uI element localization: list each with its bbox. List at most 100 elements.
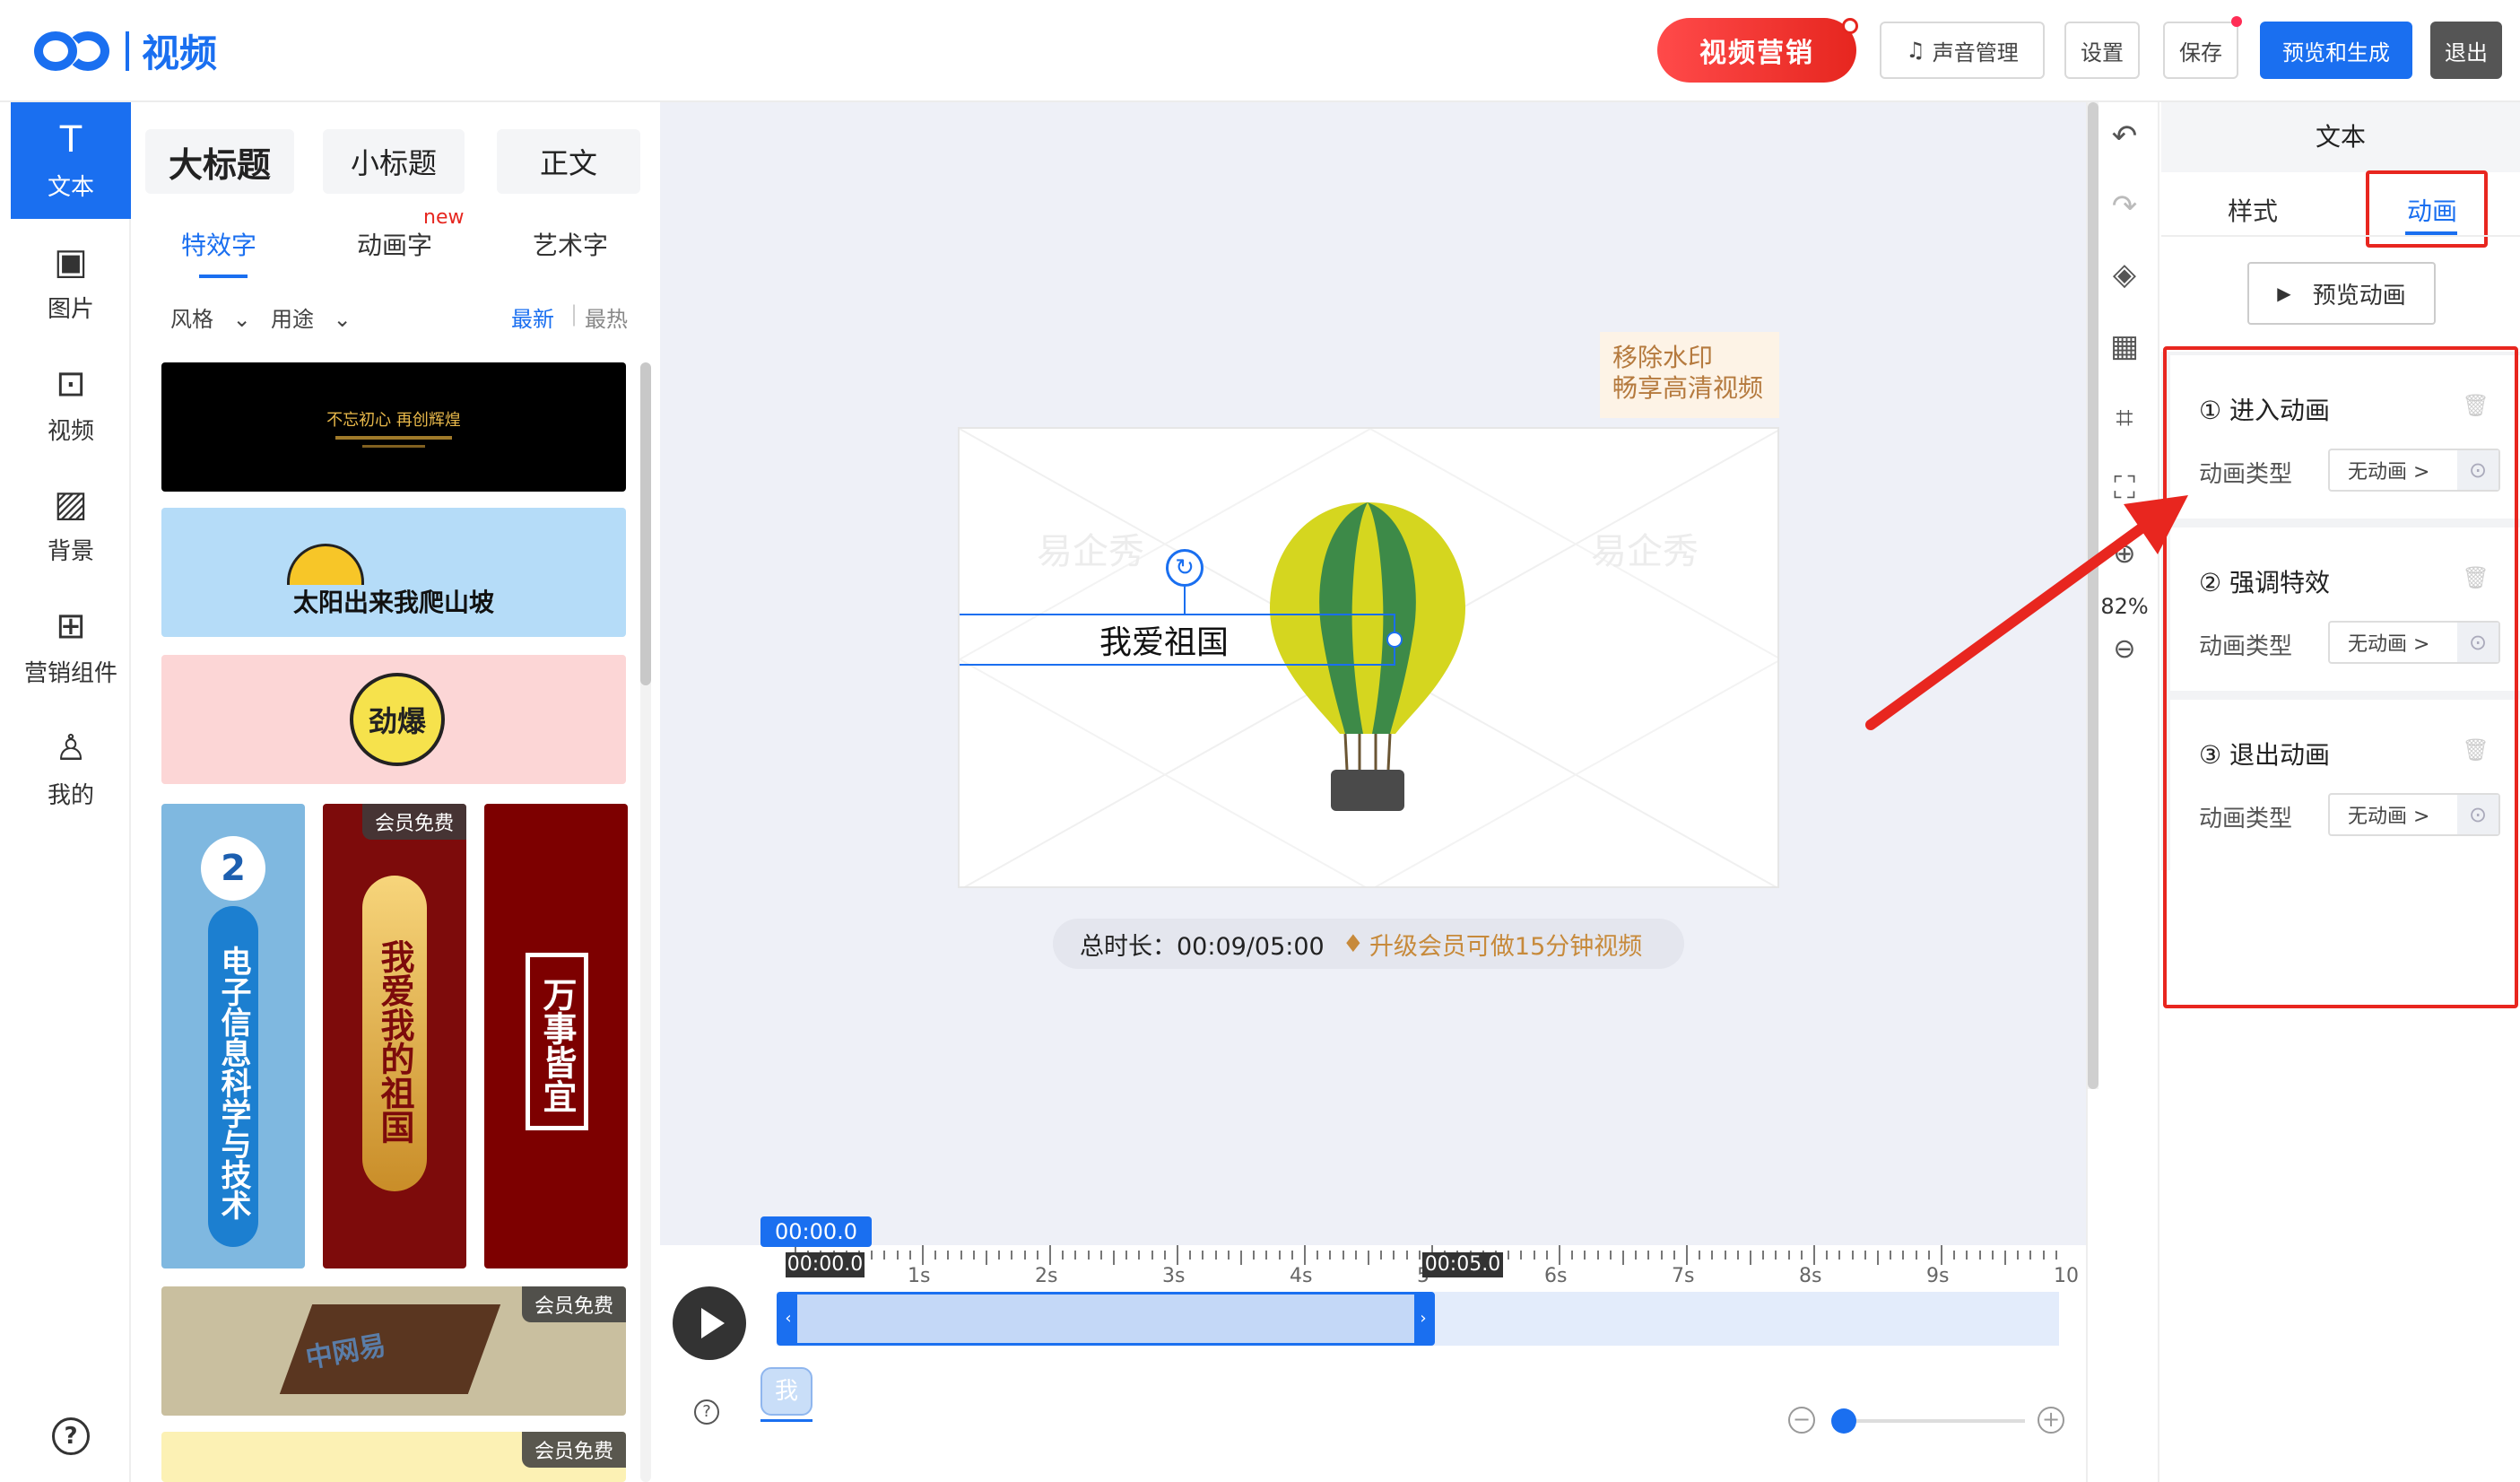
timeline-clip[interactable]: ‹ › — [777, 1292, 1435, 1346]
save-button[interactable]: 保存 — [2163, 22, 2238, 79]
tab-effect-text[interactable]: 特效字 — [181, 226, 256, 262]
ruler-tick — [1826, 1251, 1829, 1260]
undo-icon[interactable]: ↶ — [2088, 118, 2161, 154]
effect-tile-7[interactable]: 中网易 会员免费 — [161, 1286, 626, 1416]
sort-newest[interactable]: 最新 — [511, 301, 554, 333]
zoom-slider-track[interactable] — [1840, 1419, 2025, 1423]
ruler-label: 3s — [1162, 1265, 1186, 1287]
exit-button[interactable]: 退出 — [2430, 22, 2502, 79]
ruler-tick — [1596, 1251, 1599, 1260]
nav-item-mine[interactable]: ♙ 我的 — [11, 710, 131, 827]
unsaved-dot — [2231, 16, 2242, 27]
sound-manage-button[interactable]: ♫ 声音管理 — [1880, 22, 2045, 79]
effect-tile-4[interactable]: 2 电子信息科学与技术 — [161, 804, 305, 1268]
playhead-time[interactable]: 00:00.0 — [760, 1216, 872, 1247]
ruler-tick — [960, 1251, 962, 1260]
annotation-arrow-icon — [1865, 495, 2188, 730]
app-logo[interactable]: 视频 — [34, 23, 217, 78]
tab-small-title[interactable]: 小标题 — [323, 129, 465, 194]
zoom-out-icon[interactable]: − — [1788, 1407, 1815, 1434]
effect-tile-1[interactable]: 不忘初心 再创辉煌 — [161, 362, 626, 492]
ruler-tick — [1189, 1251, 1192, 1260]
nav-item-video[interactable]: ⊡ 视频 — [11, 346, 131, 463]
text-element-selected[interactable]: 我爱祖国 — [960, 614, 1395, 666]
play-icon — [701, 1308, 725, 1338]
ruler-tick — [2017, 1251, 2020, 1260]
style-filter[interactable]: 风格 ⌄ — [170, 301, 251, 333]
logo-divider — [126, 31, 129, 71]
settings-button[interactable]: 设置 — [2064, 22, 2140, 79]
material-panel: 大标题 小标题 正文 特效字 动画字 new 艺术字 风格 ⌄ 用途 ⌄ 最新 … — [133, 102, 658, 1482]
video-marketing-button[interactable]: 视频营销 — [1657, 18, 1856, 83]
ruler-tick — [1927, 1251, 1930, 1260]
ruler-tick — [1316, 1251, 1319, 1260]
animation-section-highlight — [2163, 346, 2518, 1008]
zoom-in-icon[interactable]: + — [2038, 1407, 2064, 1434]
tab-large-title[interactable]: 大标题 — [145, 129, 294, 194]
nav-item-image[interactable]: ▣ 图片 — [11, 224, 131, 341]
ruler-tick — [1813, 1245, 1815, 1265]
text-track-item[interactable]: 我 — [760, 1367, 812, 1416]
effect-tile-5[interactable]: 我爱我的祖国 会员免费 — [323, 804, 466, 1268]
timeline-ruler[interactable]: 1s2s3s4s56s7s8s9s10 — [777, 1245, 2079, 1292]
tab-animated-text[interactable]: 动画字 — [357, 226, 432, 262]
play-button[interactable] — [673, 1286, 746, 1360]
ruler-tick — [2029, 1251, 2032, 1260]
stage-canvas[interactable]: 易企秀 易企秀 ↻ 我爱祖国 — [958, 427, 1779, 888]
use-filter[interactable]: 用途 ⌄ — [271, 301, 352, 333]
grid-icon[interactable]: ▦ — [2088, 328, 2161, 364]
ruler-label: 10 — [2054, 1265, 2079, 1287]
text-icon: T — [59, 118, 83, 161]
effect-tile-8[interactable]: 会员免费 — [161, 1432, 626, 1482]
ruler-tick — [2004, 1251, 2006, 1265]
effect-tile-6[interactable]: 万事皆宜 — [484, 804, 628, 1268]
tab-animation[interactable]: 动画 — [2407, 192, 2457, 228]
member-free-badge: 会员免费 — [521, 1432, 626, 1468]
ruler-tick — [1941, 1245, 1942, 1265]
nav-item-components[interactable]: ⊞ 营销组件 — [11, 588, 131, 705]
canvas-area: 移除水印 畅享高清视频 易企秀 易企秀 ↻ 我爱祖国 总时长：00:09/05:… — [660, 102, 2086, 1482]
ruler-tick — [1151, 1251, 1153, 1260]
ruler-tick — [1342, 1251, 1344, 1260]
ruler-tick — [1750, 1251, 1751, 1265]
preview-animation-button[interactable]: ▶ 预览动画 — [2247, 262, 2436, 325]
rotate-handle-icon[interactable]: ↻ — [1166, 549, 1204, 587]
ruler-tick — [1571, 1251, 1574, 1260]
preview-generate-button[interactable]: 预览和生成 — [2260, 22, 2412, 79]
effect-tile-3[interactable]: 劲爆 — [161, 655, 626, 784]
play-icon: ▶ — [2277, 283, 2291, 304]
help-icon[interactable]: ? — [52, 1417, 90, 1455]
ruler-tick — [1290, 1251, 1293, 1260]
tab-art-text[interactable]: 艺术字 — [533, 226, 608, 262]
promo-close-icon[interactable] — [1842, 18, 1858, 34]
timeline-help-icon[interactable]: ? — [694, 1399, 719, 1425]
logo-mark-icon — [34, 26, 113, 76]
ruler-tick — [1138, 1251, 1141, 1260]
nav-item-text[interactable]: T 文本 — [11, 102, 131, 219]
ruler-tick — [1380, 1251, 1383, 1260]
crop-icon[interactable]: ⌗ — [2088, 400, 2161, 436]
tab-body-text[interactable]: 正文 — [497, 129, 640, 194]
nav-item-background[interactable]: ▨ 背景 — [11, 466, 131, 583]
ruler-label: 9s — [1926, 1265, 1950, 1287]
ruler-tick — [1011, 1251, 1013, 1260]
resize-handle-right[interactable] — [1386, 632, 1403, 648]
tab-style[interactable]: 样式 — [2228, 192, 2278, 228]
ruler-tick — [1699, 1251, 1701, 1260]
clip-right-handle[interactable]: › — [1414, 1295, 1432, 1343]
redo-icon[interactable]: ↷ — [2088, 188, 2161, 224]
ruler-tick — [1074, 1251, 1077, 1260]
clip-left-handle[interactable]: ‹ — [779, 1295, 797, 1343]
effect-tile-2[interactable]: 太阳出来我爬山坡 — [161, 508, 626, 637]
ruler-tick — [2055, 1251, 2057, 1260]
remove-watermark-notice[interactable]: 移除水印 畅享高清视频 — [1600, 332, 1779, 418]
ruler-tick — [1227, 1251, 1230, 1260]
zoom-slider-thumb[interactable] — [1831, 1408, 1856, 1434]
layers-icon[interactable]: ◈ — [2088, 257, 2161, 292]
panel-scrollbar-thumb[interactable] — [640, 362, 651, 685]
chevron-down-icon: ⌄ — [333, 307, 352, 332]
ruler-tick — [908, 1251, 911, 1260]
ruler-label: 7s — [1672, 1265, 1695, 1287]
upgrade-link[interactable]: 升级会员可做15分钟视频 — [1369, 927, 1642, 962]
sort-hottest[interactable]: 最热 — [585, 301, 628, 333]
